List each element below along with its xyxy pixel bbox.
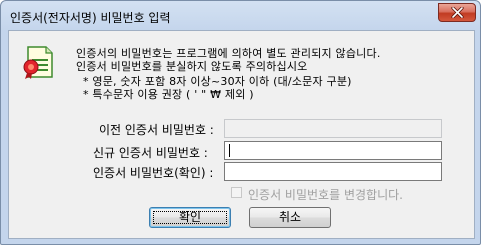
certificate-icon <box>23 46 53 79</box>
confirm-password-field[interactable] <box>224 162 442 181</box>
window-title: 인증서(전자서명) 비밀번호 입력 <box>10 11 171 25</box>
ok-button-label: 확인 <box>178 210 202 224</box>
cancel-button[interactable]: 취소 <box>249 207 331 228</box>
title-bar[interactable]: 인증서(전자서명) 비밀번호 입력 <box>1 1 482 31</box>
info-line-2: 인증서 비밀번호를 분실하지 않도록 주의하십시오 <box>76 60 308 73</box>
old-password-label: 이전 인증서 비밀번호 : <box>99 123 214 137</box>
old-password-field[interactable] <box>224 119 442 138</box>
dialog-body: 인증서의 비밀번호는 프로그램에 의하여 별도 관리되지 않습니다. 인증서 비… <box>8 30 475 239</box>
change-password-checkbox[interactable] <box>231 187 242 198</box>
ok-button[interactable]: 확인 <box>149 207 231 228</box>
cancel-button-label: 취소 <box>278 210 302 224</box>
text-caret <box>229 144 230 157</box>
new-password-label: 신규 인증서 비밀번호 : <box>93 146 208 160</box>
close-icon <box>451 7 464 18</box>
new-password-field[interactable] <box>224 141 442 160</box>
dialog-window: 인증서(전자서명) 비밀번호 입력 인증서의 비밀번호는 프로그램에 의하여 별… <box>0 0 481 245</box>
change-password-checkbox-label: 인증서 비밀번호를 변경합니다. <box>248 188 403 202</box>
info-line-4: * 특수문자 이용 권장 ( ' " ₩ 제외 ) <box>83 88 254 101</box>
confirm-password-label: 인증서 비밀번호(확인) : <box>93 166 214 180</box>
close-button[interactable] <box>438 3 476 22</box>
